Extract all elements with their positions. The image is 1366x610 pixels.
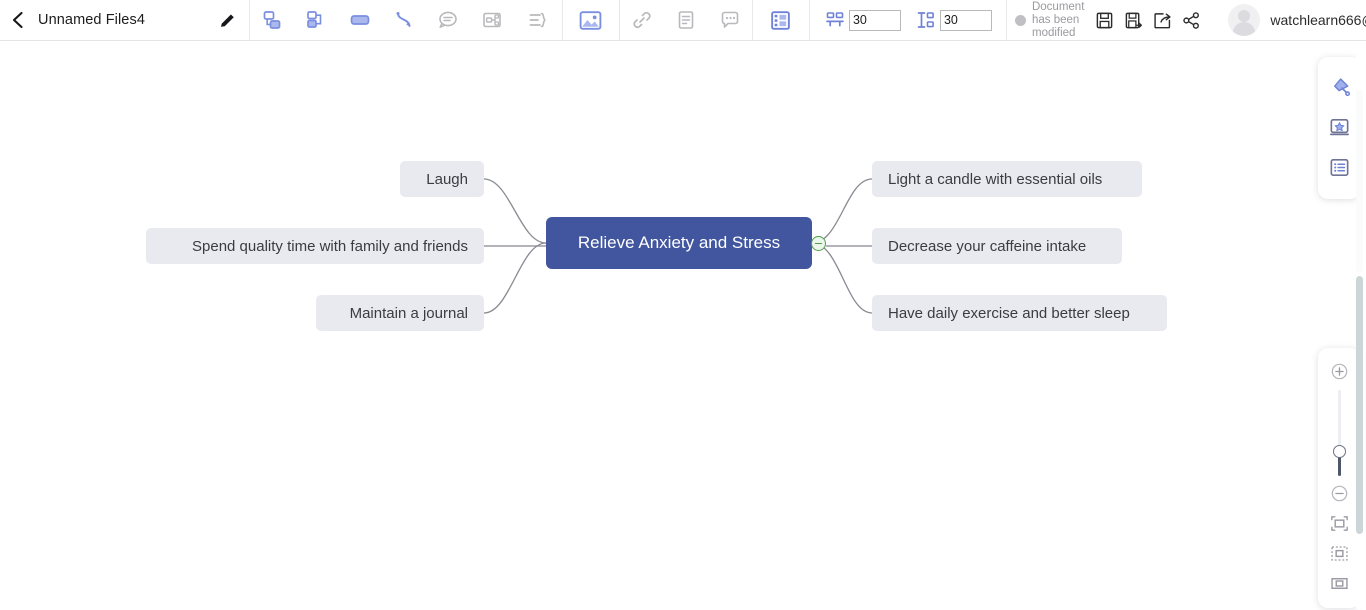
mindmap-node-left-2[interactable]: Spend quality time with family and frien… xyxy=(146,228,484,264)
save-as-icon xyxy=(1124,11,1143,30)
zoom-slider[interactable] xyxy=(1318,386,1360,478)
outline-view-group xyxy=(753,0,809,41)
boundary-icon xyxy=(481,9,503,31)
outline-list-icon xyxy=(1328,156,1351,179)
horizontal-spacing-input[interactable] xyxy=(849,10,901,31)
mindmap-node-right-2[interactable]: Decrease your caffeine intake xyxy=(872,228,1122,264)
comment-button[interactable] xyxy=(708,0,752,41)
connector-left-1 xyxy=(484,179,546,243)
style-panel-button[interactable] xyxy=(1318,67,1360,107)
node-label: Spend quality time with family and frien… xyxy=(192,238,468,255)
note-button[interactable] xyxy=(664,0,708,41)
save-icon xyxy=(1095,11,1114,30)
toolbar-divider-6 xyxy=(1006,0,1007,40)
zoom-in-button[interactable] xyxy=(1318,356,1360,386)
insert-image-button[interactable] xyxy=(563,0,619,41)
mindmap-node-left-3[interactable]: Maintain a journal xyxy=(316,295,484,331)
account-area[interactable]: watchlearn666@ xyxy=(1228,4,1366,36)
connector-left-3 xyxy=(484,243,546,313)
rename-button[interactable] xyxy=(207,0,249,41)
pencil-edit-icon xyxy=(218,11,237,30)
save-button[interactable] xyxy=(1090,0,1119,41)
account-username: watchlearn666@ xyxy=(1270,12,1366,28)
right-tool-panel xyxy=(1318,57,1360,199)
fit-selection-button[interactable] xyxy=(1318,538,1360,568)
insert-image-group xyxy=(563,0,619,41)
mindmap-canvas[interactable]: Laugh Spend quality time with family and… xyxy=(0,41,1366,610)
save-as-button[interactable] xyxy=(1119,0,1148,41)
zoom-in-icon xyxy=(1331,363,1348,380)
document-status: Document has been modified xyxy=(1015,1,1084,40)
scrollbar-thumb[interactable] xyxy=(1356,276,1363,534)
vertical-spacing-icon xyxy=(915,9,937,31)
comment-icon xyxy=(719,9,741,31)
outline-view-button[interactable] xyxy=(753,0,809,41)
relationship-line-icon xyxy=(393,9,415,31)
insert-subtopic-icon xyxy=(261,9,283,31)
summary-button[interactable] xyxy=(514,0,562,41)
scrollbar-track-upper xyxy=(1356,90,1363,272)
mindmap-node-right-3[interactable]: Have daily exercise and better sleep xyxy=(872,295,1167,331)
back-button[interactable] xyxy=(0,0,34,41)
insert-subtopic-button[interactable] xyxy=(250,0,294,41)
callout-button[interactable] xyxy=(426,0,470,41)
fit-to-screen-button[interactable] xyxy=(1318,508,1360,538)
insert-sibling-topic-icon xyxy=(305,9,327,31)
connector-right-3 xyxy=(812,243,872,313)
outline-panel-button[interactable] xyxy=(1318,147,1360,187)
connector-right-1 xyxy=(812,179,872,243)
mindmap-node-right-1[interactable]: Light a candle with essential oils xyxy=(872,161,1142,197)
boundary-button[interactable] xyxy=(470,0,514,41)
annotation-tools-group xyxy=(620,0,752,41)
vertical-scrollbar[interactable] xyxy=(1356,44,1365,609)
document-status-text: Document has been modified xyxy=(1032,1,1084,40)
node-label: Laugh xyxy=(426,171,468,188)
relationship-line-button[interactable] xyxy=(382,0,426,41)
avatar[interactable] xyxy=(1228,4,1260,36)
hyperlink-button[interactable] xyxy=(620,0,664,41)
zoom-out-button[interactable] xyxy=(1318,478,1360,508)
spacing-controls xyxy=(810,0,992,41)
insert-image-icon xyxy=(578,9,603,32)
topic-shape-button[interactable] xyxy=(338,0,382,41)
save-actions-group xyxy=(1090,0,1206,41)
mindmap-root-node[interactable]: Relieve Anxiety and Stress xyxy=(546,217,812,269)
zoom-control-panel xyxy=(1318,348,1360,608)
back-chevron-icon xyxy=(10,10,25,30)
share-icon xyxy=(1182,11,1201,30)
outline-view-icon xyxy=(769,9,792,32)
mindmap-node-left-1[interactable]: Laugh xyxy=(400,161,484,197)
zoom-slider-handle[interactable] xyxy=(1333,445,1346,458)
file-title-group: Unnamed Files4 xyxy=(0,0,249,41)
theme-panel-button[interactable] xyxy=(1318,107,1360,147)
vertical-spacing-input[interactable] xyxy=(940,10,992,31)
node-label: Maintain a journal xyxy=(350,305,468,322)
top-toolbar: Unnamed Files4 xyxy=(0,0,1366,41)
summary-icon xyxy=(527,9,549,31)
note-icon xyxy=(675,9,697,31)
structure-tools-group xyxy=(250,0,562,41)
hyperlink-icon xyxy=(631,9,653,31)
export-icon xyxy=(1153,11,1172,30)
collapse-toggle-button[interactable] xyxy=(811,236,826,251)
status-indicator-dot xyxy=(1015,15,1026,26)
fit-to-screen-icon xyxy=(1329,513,1350,534)
center-view-button[interactable] xyxy=(1318,568,1360,598)
horizontal-spacing-icon xyxy=(824,9,846,31)
root-node-label: Relieve Anxiety and Stress xyxy=(578,233,780,253)
insert-sibling-topic-button[interactable] xyxy=(294,0,338,41)
callout-icon xyxy=(437,9,459,31)
style-brush-icon xyxy=(1328,76,1351,99)
zoom-out-icon xyxy=(1331,485,1348,502)
theme-icon xyxy=(1328,116,1351,139)
export-button[interactable] xyxy=(1148,0,1177,41)
node-label: Have daily exercise and better sleep xyxy=(888,305,1130,322)
node-label: Decrease your caffeine intake xyxy=(888,238,1086,255)
file-title[interactable]: Unnamed Files4 xyxy=(34,12,145,28)
fit-selection-icon xyxy=(1329,543,1350,564)
center-view-icon xyxy=(1329,573,1350,594)
topic-shape-icon xyxy=(348,9,372,31)
share-button[interactable] xyxy=(1177,0,1206,41)
node-label: Light a candle with essential oils xyxy=(888,171,1102,188)
